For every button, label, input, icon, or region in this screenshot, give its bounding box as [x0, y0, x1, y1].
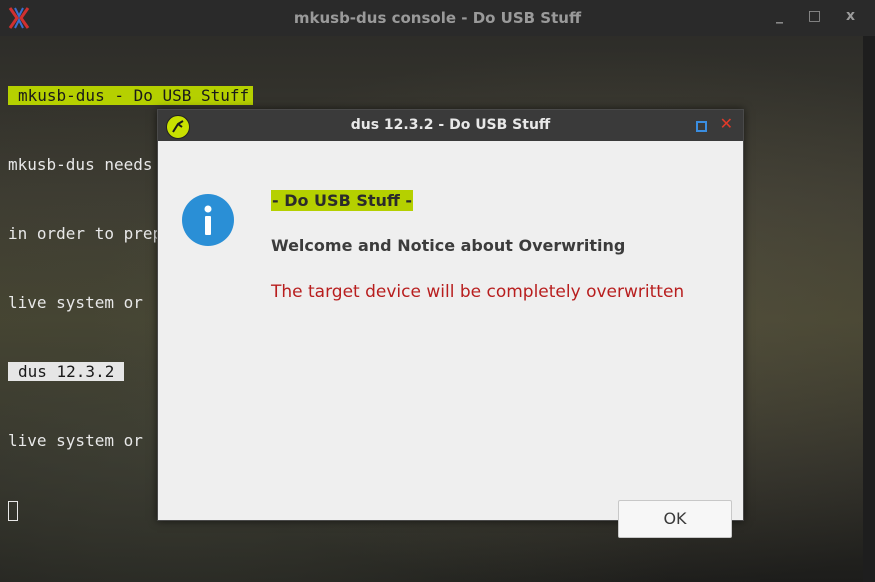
dialog-titlebar[interactable]: dus 12.3.2 - Do USB Stuff ✕ — [158, 110, 743, 141]
maximize-icon[interactable] — [696, 121, 707, 132]
ok-button[interactable]: OK — [618, 500, 732, 538]
dialog-body: - Do USB Stuff - Welcome and Notice abou… — [158, 141, 743, 538]
console-title: mkusb-dus console - Do USB Stuff — [293, 9, 582, 27]
overwrite-warning: The target device will be completely ove… — [271, 282, 685, 302]
terminal-header: mkusb-dus - Do USB Stuff — [8, 86, 254, 105]
screen: mkusb-dus console - Do USB Stuff _ □ x m… — [0, 0, 875, 582]
window-controls[interactable]: _ □ x — [776, 8, 865, 24]
info-icon — [182, 194, 234, 246]
dialog-title: dus 12.3.2 - Do USB Stuff — [350, 117, 551, 133]
terminal-cursor — [8, 500, 18, 521]
console-titlebar[interactable]: mkusb-dus console - Do USB Stuff _ □ x — [0, 0, 875, 36]
console-scrollbar[interactable] — [863, 36, 875, 582]
close-icon[interactable]: ✕ — [720, 114, 733, 133]
dialog-subheading: Welcome and Notice about Overwriting — [271, 236, 626, 255]
dialog-heading: - Do USB Stuff - — [271, 190, 414, 211]
terminal-version: dus 12.3.2 — [8, 362, 125, 381]
notice-dialog: dus 12.3.2 - Do USB Stuff ✕ - Do USB Stu… — [157, 109, 744, 538]
